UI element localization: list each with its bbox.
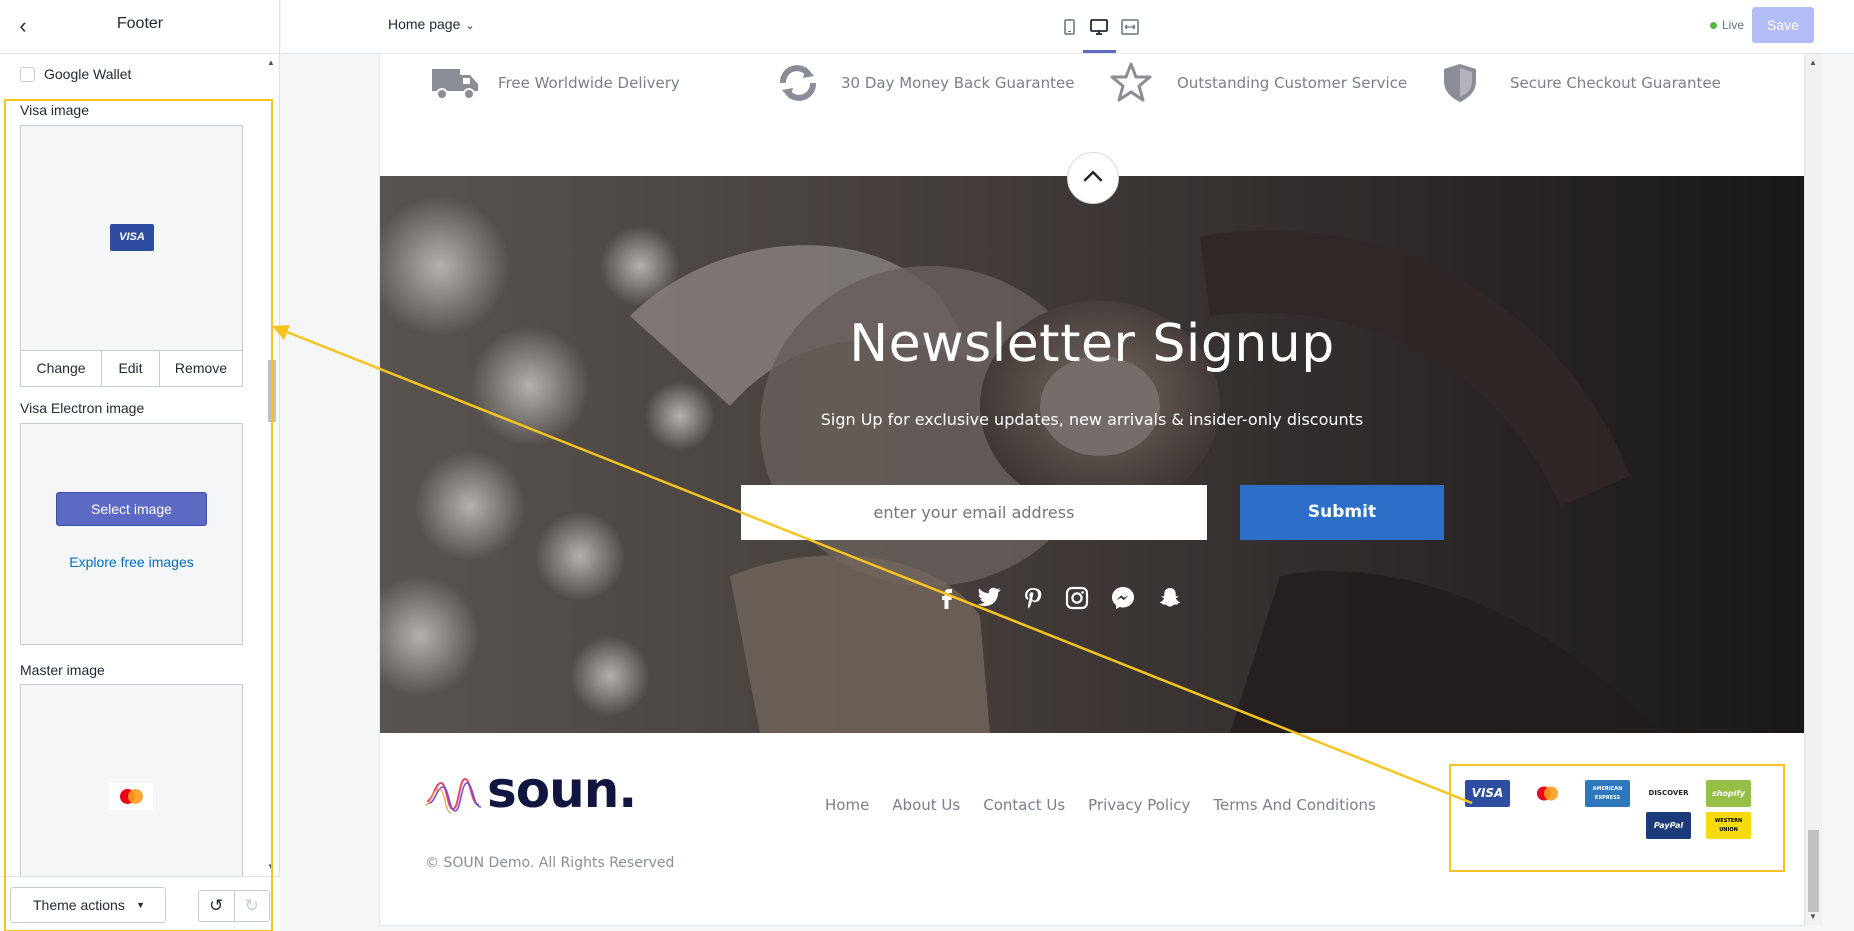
footer-link-home[interactable]: Home [825, 796, 869, 814]
instagram-icon[interactable] [1063, 584, 1091, 612]
submit-button[interactable]: Submit [1240, 485, 1444, 540]
preview-scrollbar[interactable]: ▲ ▼ [1805, 54, 1822, 925]
google-wallet-checkbox[interactable] [20, 66, 35, 82]
sidebar-settings: Google Wallet Visa image VISA Change Edi… [0, 54, 280, 876]
western-union-payment-icon: WESTERN UNION [1706, 812, 1751, 839]
chevron-up-icon [1083, 170, 1103, 182]
site-footer: soun. Home About Us Contact Us Privacy P… [380, 733, 1804, 925]
sidebar-scrollbar[interactable]: ▲ ▼ [264, 54, 278, 876]
chevron-down-icon: ⌄ [465, 20, 475, 32]
change-button[interactable]: Change [21, 351, 102, 386]
preview-scroll-thumb[interactable] [1808, 830, 1819, 912]
visa-electron-image-card: Select image Explore free images [20, 423, 243, 645]
visa-image-card: VISA Change Edit Remove [20, 125, 243, 387]
footer-link-contact[interactable]: Contact Us [983, 796, 1065, 814]
undo-redo-group: ↺ ↻ [198, 890, 270, 922]
newsletter-title: Newsletter Signup [849, 314, 1335, 374]
sidebar-title: Footer [116, 15, 164, 32]
scroll-up-arrow[interactable]: ▲ [267, 58, 275, 67]
top-bar: Home page ⌄ Live Save [281, 0, 1854, 54]
scroll-down-arrow[interactable]: ▼ [1809, 912, 1817, 921]
select-image-button[interactable]: Select image [56, 492, 207, 526]
visa-image-actions: Change Edit Remove [21, 350, 242, 386]
store-preview: Free Worldwide Delivery 30 Day Money Bac… [380, 54, 1804, 925]
save-button[interactable]: Save [1752, 7, 1814, 43]
live-status: Live [1710, 18, 1744, 32]
google-wallet-checkbox-row[interactable]: Google Wallet [20, 66, 131, 82]
footer-nav: Home About Us Contact Us Privacy Policy … [825, 796, 1376, 814]
newsletter-section: Newsletter Signup Sign Up for exclusive … [380, 176, 1804, 733]
visa-logo: VISA [110, 224, 154, 251]
refresh-icon [780, 65, 816, 101]
soun-logo[interactable]: soun. [425, 761, 655, 819]
redo-icon[interactable]: ↻ [235, 891, 270, 921]
footer-link-about[interactable]: About Us [892, 796, 960, 814]
paypal-payment-icon: PayPal [1646, 812, 1691, 839]
google-wallet-label: Google Wallet [44, 66, 132, 82]
social-links [933, 584, 1273, 614]
scroll-up-arrow[interactable]: ▲ [1809, 58, 1817, 67]
caret-down-icon: ▼ [136, 900, 145, 910]
feature-text: Free Worldwide Delivery [498, 74, 680, 92]
mastercard-payment-icon [1525, 780, 1570, 807]
page-selector[interactable]: Home page ⌄ [388, 16, 475, 32]
snapchat-icon[interactable] [1156, 584, 1184, 612]
theme-actions-button[interactable]: Theme actions ▼ [10, 887, 166, 923]
live-dot-icon [1710, 21, 1717, 29]
visa-image-label: Visa image [20, 102, 90, 118]
payment-icons: VISA AMERICAN EXPRESS DISCOVER shopify P… [1465, 780, 1755, 860]
sidebar: ‹ Footer Google Wallet Visa image VISA C… [0, 0, 280, 931]
shield-icon [1444, 64, 1476, 102]
page-selector-label: Home page [388, 16, 461, 32]
feature-delivery: Free Worldwide Delivery [430, 58, 680, 108]
active-view-indicator [1083, 50, 1116, 53]
master-image-label: Master image [20, 662, 105, 678]
pinterest-icon[interactable] [1019, 584, 1047, 612]
explore-free-images-link[interactable]: Explore free images [21, 554, 242, 570]
feature-text: 30 Day Money Back Guarantee [841, 74, 1075, 92]
feature-text: Secure Checkout Guarantee [1510, 74, 1721, 92]
device-view-switcher [1058, 0, 1148, 54]
truck-icon [432, 69, 478, 100]
visa-image-preview: VISA [21, 126, 242, 350]
feature-customer-service: Outstanding Customer Service [1109, 58, 1407, 108]
amex-payment-icon: AMERICAN EXPRESS [1585, 780, 1630, 807]
twitter-icon[interactable] [976, 584, 1004, 612]
copyright-text: © SOUN Demo. All Rights Reserved [425, 855, 675, 871]
footer-link-privacy[interactable]: Privacy Policy [1088, 796, 1190, 814]
back-icon[interactable]: ‹ [10, 14, 36, 40]
visa-payment-icon: VISA [1465, 780, 1510, 807]
scroll-to-top-button[interactable] [1067, 152, 1119, 204]
theme-actions-label: Theme actions [33, 897, 125, 913]
theme-editor: ‹ Footer Google Wallet Visa image VISA C… [0, 0, 1854, 931]
feature-text: Outstanding Customer Service [1177, 74, 1408, 92]
headphones-background-image [380, 176, 1804, 733]
sidebar-scroll-thumb[interactable] [268, 360, 276, 422]
star-icon [1110, 62, 1152, 102]
feature-money-back: 30 Day Money Back Guarantee [773, 58, 1074, 108]
discover-payment-icon: DISCOVER [1646, 780, 1691, 807]
shopify-payment-icon: shopify [1706, 780, 1751, 807]
messenger-icon[interactable] [1109, 584, 1137, 612]
mobile-view-icon[interactable] [1058, 16, 1080, 38]
full-width-view-icon[interactable] [1119, 16, 1141, 38]
scroll-down-arrow[interactable]: ▼ [267, 862, 275, 871]
sidebar-header: ‹ Footer [0, 0, 280, 54]
sidebar-footer: Theme actions ▼ ↺ ↻ [0, 876, 280, 931]
visa-electron-image-label: Visa Electron image [20, 400, 145, 416]
master-image-card [20, 684, 243, 876]
logo-text: soun. [487, 761, 637, 819]
edit-button[interactable]: Edit [102, 351, 160, 386]
newsletter-subtitle: Sign Up for exclusive updates, new arriv… [820, 410, 1364, 429]
footer-link-terms[interactable]: Terms And Conditions [1213, 796, 1375, 814]
feature-secure-checkout: Secure Checkout Guarantee [1442, 58, 1721, 108]
undo-icon[interactable]: ↺ [199, 891, 235, 921]
desktop-view-icon[interactable] [1088, 16, 1110, 38]
email-input[interactable] [741, 485, 1207, 540]
soundwave-logo-icon [425, 777, 482, 814]
mastercard-logo [109, 783, 153, 810]
live-label: Live [1722, 18, 1745, 32]
remove-button[interactable]: Remove [160, 351, 242, 386]
facebook-icon[interactable] [933, 584, 961, 612]
